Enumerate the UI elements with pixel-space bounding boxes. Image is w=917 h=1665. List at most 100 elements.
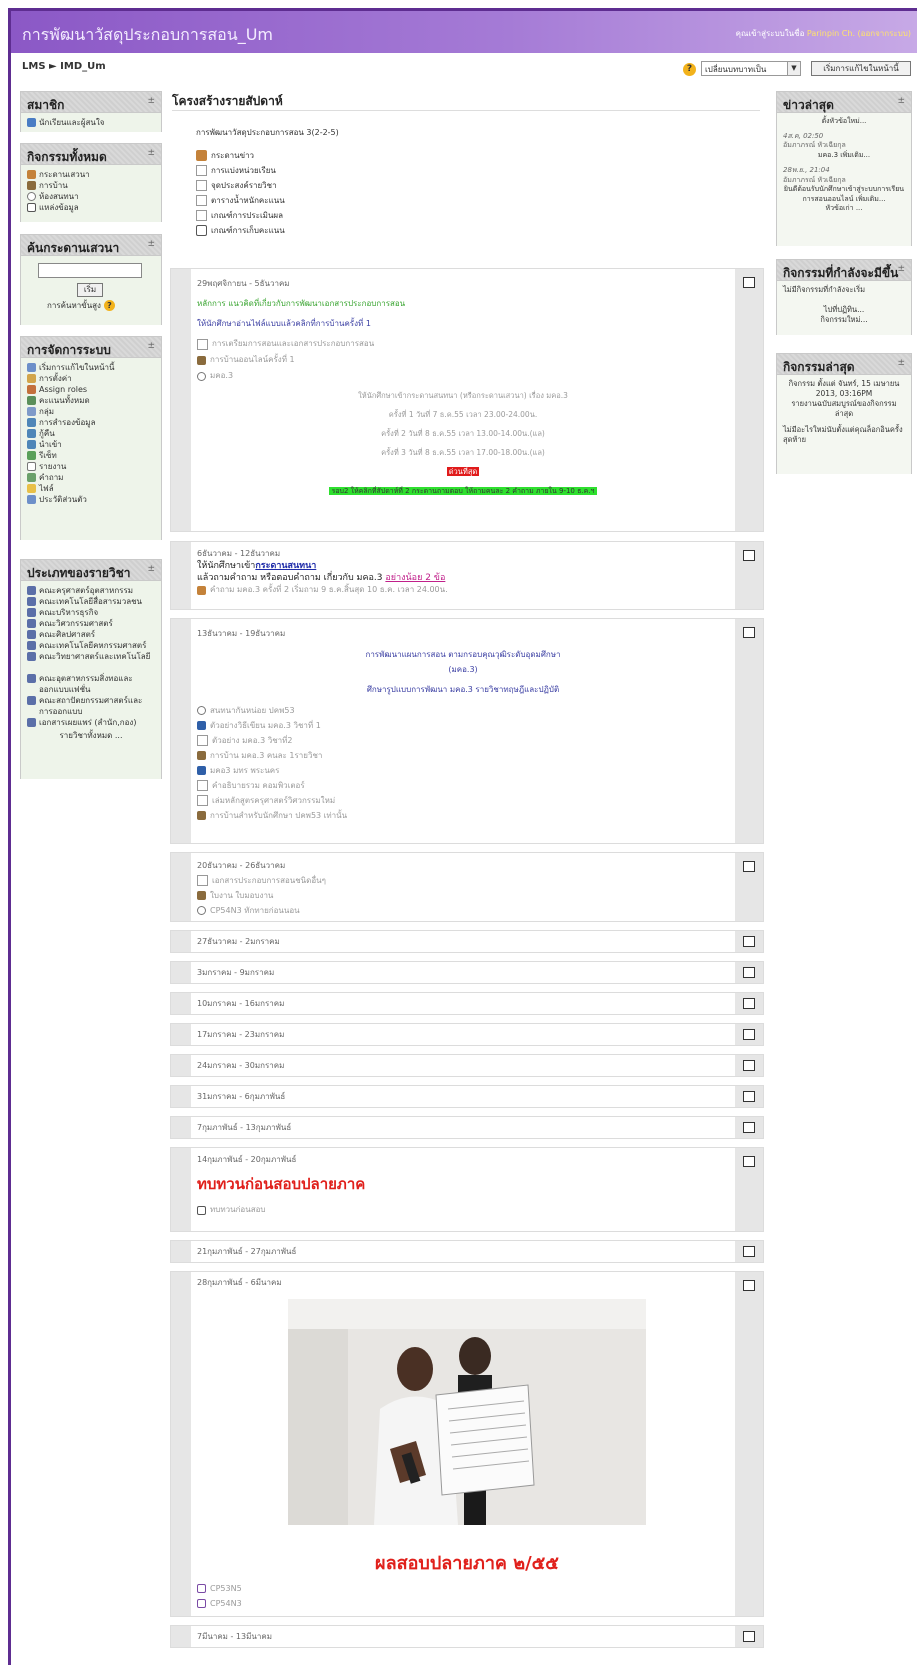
new-event-link[interactable]: กิจกรรมใหม่... xyxy=(783,315,905,325)
category-link[interactable]: เอกสารเผยแพร่ (สำนัก,กอง) xyxy=(27,717,155,728)
collapse-icon[interactable]: ± xyxy=(897,96,905,106)
search-go-button[interactable]: เริ่ม xyxy=(77,283,103,297)
intro-item[interactable]: จุดประสงค์รายวิชา xyxy=(196,178,339,193)
emphasis-link[interactable]: อย่างน้อย 2 ข้อ xyxy=(385,573,445,583)
category-link[interactable]: คณะสถาปัตยกรรมศาสตร์และการออกแบบ xyxy=(27,695,155,717)
collapse-icon[interactable]: ± xyxy=(897,264,905,274)
admin-profile[interactable]: ประวัติส่วนตัว xyxy=(27,494,155,505)
admin-groups[interactable]: กลุ่ม xyxy=(27,406,155,417)
show-week-toggle[interactable] xyxy=(743,1156,755,1167)
forum-link[interactable]: กระดานสนทนา xyxy=(255,561,316,571)
all-courses-link[interactable]: รายวิชาทั้งหมด ... xyxy=(27,730,155,741)
show-week-toggle[interactable] xyxy=(743,998,755,1009)
activity-link[interactable]: CP54N3 xyxy=(197,1599,242,1608)
intro-item[interactable]: กระดานข่าว xyxy=(196,148,339,163)
admin-reset[interactable]: รีเซ็ท xyxy=(27,450,155,461)
collapse-icon[interactable]: ± xyxy=(897,358,905,368)
activity-chat[interactable]: ห้องสนทนา xyxy=(27,191,155,202)
news-post-link[interactable]: มคอ.3 เพิ่มเติม... xyxy=(783,151,905,161)
activity-link[interactable]: สนทนากันหน่อย ปคพ53 xyxy=(197,703,729,718)
category-link[interactable]: คณะเทคโนโลยีคหกรรมศาสตร์ xyxy=(27,640,155,651)
category-link[interactable]: คณะศิลปศาสตร์ xyxy=(27,629,155,640)
activity-link[interactable]: CP53N5 xyxy=(197,1584,242,1593)
activity-link[interactable]: คำถาม มคอ.3 ครั้งที่ 2 เริ่มถาม 9 ธ.ค.สิ… xyxy=(197,584,729,596)
site-title[interactable]: การพัฒนาวัสดุประกอบการสอน_Um xyxy=(22,23,273,48)
activity-link[interactable]: เอกสารประกอบการสอนชนิดอื่นๆ xyxy=(197,873,729,888)
collapse-icon[interactable]: ± xyxy=(147,96,155,106)
news-block: ข่าวล่าสุด ± ตั้งหัวข้อใหม่... 4ส.ค, 02:5… xyxy=(776,91,912,246)
admin-assign-roles[interactable]: Assign roles xyxy=(27,384,155,395)
show-week-toggle[interactable] xyxy=(743,936,755,947)
admin-backup[interactable]: การสำรองข้อมูล xyxy=(27,417,155,428)
show-week-toggle[interactable] xyxy=(743,861,755,872)
go-to-calendar-link[interactable]: ไปที่ปฏิทิน... xyxy=(783,305,905,315)
show-week-toggle[interactable] xyxy=(743,1091,755,1102)
show-week-toggle[interactable] xyxy=(743,967,755,978)
show-week-toggle[interactable] xyxy=(743,1122,755,1133)
block-title: กิจกรรมที่กำลังจะมีขึ้น xyxy=(783,266,899,280)
admin-restore[interactable]: กู้คืน xyxy=(27,428,155,439)
show-week-toggle[interactable] xyxy=(743,1246,755,1257)
collapse-icon[interactable]: ± xyxy=(147,341,155,351)
activity-link[interactable]: ตัวอย่าง มคอ.3 วิชาที่2 xyxy=(197,733,729,748)
activity-link[interactable]: มคอ.3 xyxy=(197,368,729,384)
activity-link[interactable]: ตัวอย่างวิธีเขียน มคอ.3 วิชาที่ 1 xyxy=(197,718,729,733)
intro-item[interactable]: ตารางน้ำหนักคะแนน xyxy=(196,193,339,208)
show-week-toggle[interactable] xyxy=(743,1029,755,1040)
edit-page-button[interactable]: เริ่มการแก้ไขในหน้านี้ xyxy=(811,61,911,76)
news-post-link[interactable]: ยินดีต้อนรับนักศึกษาเข้าสู่ระบบการเรียนก… xyxy=(783,185,905,204)
intro-item[interactable]: เกณฑ์การประเมินผล xyxy=(196,208,339,223)
admin-questions[interactable]: คำถาม xyxy=(27,472,155,483)
members-link[interactable]: นักเรียนและผู้สนใจ xyxy=(27,117,155,128)
collapse-icon[interactable]: ± xyxy=(147,148,155,158)
show-week-toggle[interactable] xyxy=(743,1060,755,1071)
category-link[interactable]: คณะวิศวกรรมศาสตร์ xyxy=(27,618,155,629)
show-week-toggle[interactable] xyxy=(743,627,755,638)
report-icon xyxy=(27,462,36,471)
role-select[interactable]: เปลี่ยนบทบาทเป็น ▼ xyxy=(701,61,801,76)
show-week-toggle[interactable] xyxy=(743,277,755,288)
admin-files[interactable]: ไฟล์ xyxy=(27,483,155,494)
activity-link[interactable]: ใบงาน ใบมอบงาน xyxy=(197,888,729,903)
show-week-toggle[interactable] xyxy=(743,1631,755,1642)
activity-link[interactable]: การบ้านออนไลน์ครั้งที่ 1 xyxy=(197,352,729,368)
breadcrumb[interactable]: LMS ► IMD_Um xyxy=(22,61,106,72)
activity-link[interactable]: การเตรียมการสอนและเอกสารประกอบการสอน xyxy=(197,336,729,352)
user-name-link[interactable]: Parinpin Ch. xyxy=(807,29,855,38)
collapse-icon[interactable]: ± xyxy=(147,239,155,249)
add-topic-link[interactable]: ตั้งหัวข้อใหม่... xyxy=(783,117,905,127)
admin-reports[interactable]: รายงาน xyxy=(27,461,155,472)
forum-search-input[interactable] xyxy=(38,263,142,278)
category-link[interactable]: คณะบริหารธุรกิจ xyxy=(27,607,155,618)
activity-link[interactable]: ทบทวนก่อนสอบ xyxy=(197,1202,729,1218)
category-link[interactable]: คณะครุศาสตร์อุตสาหกรรม xyxy=(27,585,155,596)
show-week-toggle[interactable] xyxy=(743,1280,755,1291)
activity-link[interactable]: เล่มหลักสูตรครุศาสตร์วิศวกรรมใหม่ xyxy=(197,793,729,808)
admin-turn-editing[interactable]: เริ่มการแก้ไขในหน้านี้ xyxy=(27,362,155,373)
admin-settings[interactable]: การตั้งค่า xyxy=(27,373,155,384)
activity-link[interactable]: คำอธิบายรวม คอมพิวเตอร์ xyxy=(197,778,729,793)
help-icon[interactable]: ? xyxy=(683,63,696,76)
activity-assignment[interactable]: การบ้าน xyxy=(27,180,155,191)
show-week-toggle[interactable] xyxy=(743,550,755,561)
advanced-search-link[interactable]: การค้นหาขั้นสูง ? xyxy=(47,300,115,311)
activity-forum[interactable]: กระดานเสวนา xyxy=(27,169,155,180)
help-icon[interactable]: ? xyxy=(103,300,115,311)
intro-item[interactable]: เกณฑ์การเก็บคะแนน xyxy=(196,223,339,238)
category-link[interactable]: คณะวิทยาศาสตร์และเทคโนโลยี xyxy=(27,651,155,673)
category-link[interactable]: คณะอุตสาหกรรมสิ่งทอและออกแบบแฟชั่น xyxy=(27,673,155,695)
category-link[interactable]: คณะเทคโนโลยีสื่อสารมวลชน xyxy=(27,596,155,607)
admin-import[interactable]: นำเข้า xyxy=(27,439,155,450)
logout-link[interactable]: (ออกจากระบบ) xyxy=(858,29,911,38)
week-label: 21กุมภาพันธ์ - 27กุมภาพันธ์ xyxy=(197,1247,297,1256)
activity-link[interactable]: การบ้านสำหรับนักศึกษา ปคพ53 เท่านั้น xyxy=(197,808,729,823)
admin-grades[interactable]: คะแนนทั้งหมด xyxy=(27,395,155,406)
collapse-icon[interactable]: ± xyxy=(147,564,155,574)
activity-resource[interactable]: แหล่งข้อมูล xyxy=(27,202,155,213)
full-report-link[interactable]: รายงานฉบับสมบูรณ์ของกิจกรรมล่าสุด xyxy=(783,399,905,419)
older-topics-link[interactable]: หัวข้อเก่า ... xyxy=(783,204,905,214)
activity-link[interactable]: การบ้าน มคอ.3 คนละ 1รายวิชา xyxy=(197,748,729,763)
intro-item[interactable]: การแบ่งหน่วยเรียน xyxy=(196,163,339,178)
activity-link[interactable]: CP54N3 ทักทายก่อนนอน xyxy=(197,903,729,918)
activity-link[interactable]: มคอ3 มทร พระนคร xyxy=(197,763,729,778)
